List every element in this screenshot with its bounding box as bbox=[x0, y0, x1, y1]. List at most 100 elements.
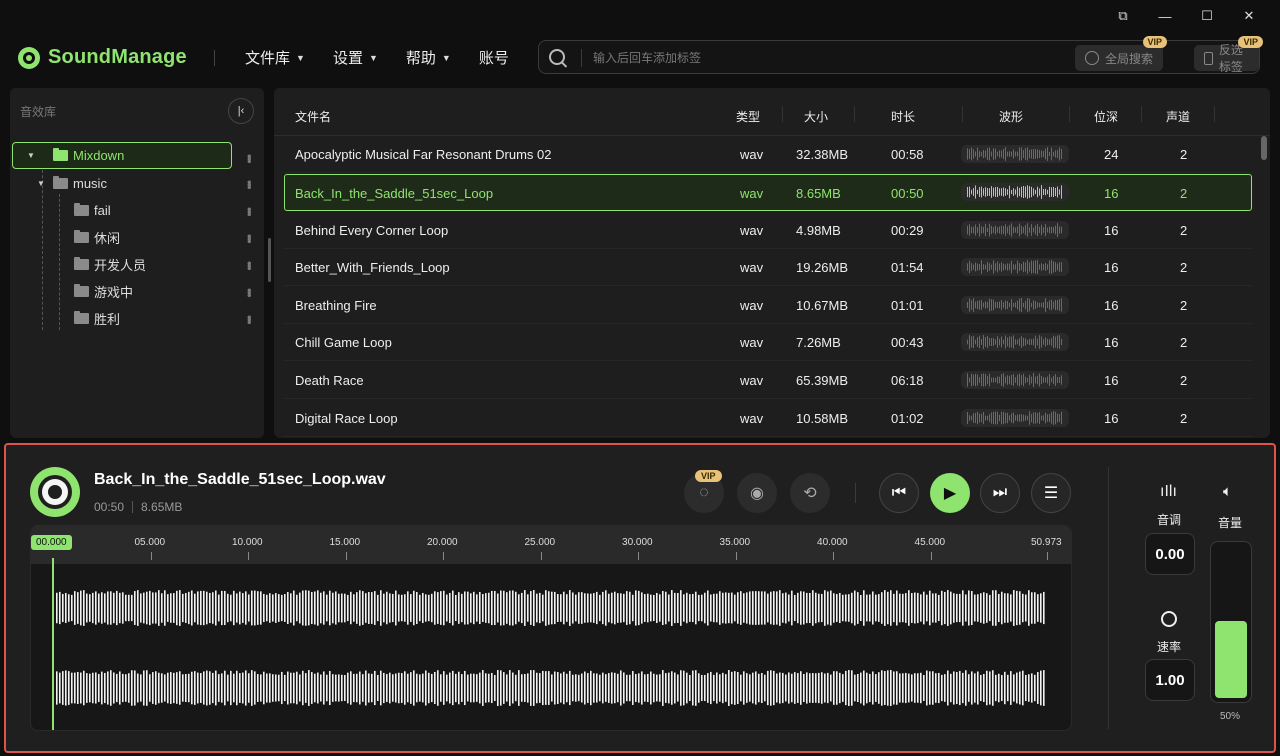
mini-waveform bbox=[961, 221, 1069, 239]
more-options-icon[interactable]: ••• bbox=[242, 315, 257, 323]
mini-waveform bbox=[961, 409, 1069, 427]
minimize-icon[interactable]: — bbox=[1144, 6, 1186, 26]
table-row[interactable]: Back_In_the_Saddle_51sec_Loop wav 8.65MB 00… bbox=[284, 174, 1252, 211]
more-options-icon[interactable]: ••• bbox=[242, 261, 257, 269]
col-channels[interactable]: 声道 bbox=[1166, 108, 1190, 125]
table-row[interactable]: Chill Game Loop wav 7.26MB 00:43 16 2 bbox=[284, 324, 1252, 361]
col-duration[interactable]: 时长 bbox=[891, 108, 915, 125]
waveform-viewer[interactable]: 00.000 05.000 10.000 15.000 20.000 25.000 30.… bbox=[30, 525, 1072, 731]
invert-tags-button[interactable]: 反选标签 VIP bbox=[1194, 36, 1263, 74]
next-button[interactable]: ⏭ bbox=[980, 473, 1020, 513]
folder-icon bbox=[74, 283, 89, 297]
table-row[interactable]: Death Race wav 65.39MB 06:18 16 2 bbox=[284, 362, 1252, 399]
ruler-tick-label: 25.000 bbox=[524, 537, 556, 548]
tree-item-fail[interactable]: fail bbox=[10, 197, 264, 223]
play-button[interactable]: ▶ bbox=[930, 473, 970, 513]
col-size[interactable]: 大小 bbox=[804, 108, 828, 125]
maximize-icon[interactable]: ☐ bbox=[1186, 6, 1228, 26]
col-type[interactable]: 类型 bbox=[736, 108, 760, 125]
tree-item-label: Mixdown bbox=[73, 148, 125, 163]
app-name: SoundManage bbox=[48, 46, 187, 68]
mini-waveform bbox=[961, 296, 1069, 314]
volume-percent: 50% bbox=[1220, 711, 1241, 722]
cell-duration: 00:50 bbox=[891, 186, 924, 201]
ruler-tick bbox=[443, 552, 444, 560]
tree-item-victory[interactable]: 胜利 bbox=[10, 305, 264, 331]
pitch-label: 音调 bbox=[1157, 513, 1182, 527]
col-divider bbox=[782, 106, 783, 122]
sidebar-title: 音效库 bbox=[20, 105, 57, 119]
ruler-tick bbox=[540, 552, 542, 560]
table-row[interactable]: Apocalyptic Musical Far Resonant Drums 0… bbox=[284, 136, 1252, 173]
tag-search-input[interactable] bbox=[593, 47, 1053, 69]
cell-type: wav bbox=[740, 411, 764, 426]
close-icon[interactable]: ✕ bbox=[1228, 6, 1270, 26]
table-row[interactable]: Better_With_Friends_Loop wav 19.26MB 01:54 1… bbox=[284, 249, 1252, 286]
more-options-icon[interactable]: ••• bbox=[242, 234, 257, 242]
col-filename[interactable]: 文件名 bbox=[295, 108, 331, 125]
expand-triangle-icon[interactable]: ▼ bbox=[37, 179, 49, 188]
meta-divider bbox=[132, 501, 134, 513]
global-search-button[interactable]: 全局搜索 VIP bbox=[1075, 36, 1168, 71]
cell-channels: 2 bbox=[1180, 147, 1188, 162]
cell-type: wav bbox=[740, 335, 764, 350]
restore-icon[interactable]: ⧉ bbox=[1102, 6, 1144, 26]
col-bitdepth[interactable]: 位深 bbox=[1094, 108, 1118, 125]
table-row[interactable]: Breathing Fire wav 10.67MB 01:01 16 2 bbox=[284, 287, 1252, 324]
vip-badge: VIP bbox=[1238, 36, 1263, 48]
tree-item-label: music bbox=[73, 175, 107, 191]
mini-waveform bbox=[961, 183, 1069, 201]
tree-item-mixdown[interactable]: ▼ Mixdown bbox=[12, 142, 232, 169]
cell-channels: 2 bbox=[1180, 335, 1188, 350]
previous-button[interactable]: ⏮ bbox=[879, 473, 919, 513]
table-row[interactable]: Digital Race Loop wav 10.58MB 01:02 16 2 bbox=[284, 400, 1252, 437]
rate-value[interactable]: 1.00 bbox=[1145, 659, 1195, 701]
header: SoundManage 文件库 ▼ 设置 ▼ 帮助 ▼ 账号 全局搜索 VIP 反选标… bbox=[0, 36, 1280, 78]
tree-item-ingame[interactable]: 游戏中 bbox=[10, 278, 264, 304]
nav-help[interactable]: 帮助 ▼ bbox=[406, 47, 451, 68]
tree-item-music[interactable]: ▼ music bbox=[10, 170, 264, 196]
repeat-button[interactable]: ⟲ bbox=[790, 473, 830, 513]
tree-item-label: 胜利 bbox=[94, 311, 121, 327]
ruler-tick bbox=[345, 552, 347, 560]
more-options-icon[interactable]: ••• bbox=[242, 207, 257, 215]
nav-library-label: 文件库 bbox=[245, 50, 291, 67]
tree-item-label: 休闲 bbox=[94, 230, 121, 246]
tree-item-casual[interactable]: 休闲 bbox=[10, 224, 264, 250]
cell-size: 4.98MB bbox=[796, 223, 841, 238]
col-divider bbox=[962, 106, 963, 122]
search-icon[interactable] bbox=[549, 49, 565, 65]
tree-item-developers[interactable]: 开发人员 bbox=[10, 251, 264, 277]
cell-size: 19.26MB bbox=[796, 260, 849, 275]
col-waveform[interactable]: 波形 bbox=[999, 108, 1023, 125]
nav-settings[interactable]: 设置 ▼ bbox=[333, 47, 378, 68]
global-search-label: 全局搜索 bbox=[1105, 51, 1154, 66]
cell-bitdepth: 16 bbox=[1104, 335, 1119, 350]
table-scrollbar[interactable] bbox=[1261, 136, 1267, 160]
more-options-icon[interactable]: ••• bbox=[242, 288, 257, 296]
nav-account[interactable]: 账号 bbox=[479, 47, 509, 68]
preview-button[interactable]: ◉ bbox=[737, 473, 777, 513]
more-options-icon[interactable]: ••• bbox=[242, 180, 257, 188]
time-ruler[interactable]: 00.000 05.000 10.000 15.000 20.000 25.000 30.… bbox=[31, 526, 1071, 564]
cell-filename: Back_In_the_Saddle_51sec_Loop bbox=[295, 186, 494, 201]
table-row[interactable]: Behind Every Corner Loop wav 4.98MB 00:29 16… bbox=[284, 212, 1252, 249]
nav-help-label: 帮助 bbox=[405, 50, 436, 67]
playlist-button[interactable]: ☰ bbox=[1031, 473, 1071, 513]
more-options-icon[interactable]: ••• bbox=[242, 154, 257, 162]
cell-filename: Chill Game Loop bbox=[295, 335, 392, 350]
volume-slider[interactable] bbox=[1210, 541, 1252, 703]
playhead-cursor[interactable] bbox=[52, 558, 54, 730]
pitch-value[interactable]: 0.00 bbox=[1145, 533, 1195, 575]
collapse-sidebar-icon[interactable]: |‹ bbox=[228, 98, 254, 124]
cell-type: wav bbox=[740, 260, 764, 275]
cell-channels: 2 bbox=[1180, 186, 1188, 201]
expand-triangle-icon[interactable]: ▼ bbox=[27, 151, 39, 160]
mini-waveform bbox=[961, 333, 1069, 351]
ruler-tick bbox=[930, 552, 932, 560]
nav-library[interactable]: 文件库 ▼ bbox=[245, 47, 305, 68]
sidebar-resize-handle[interactable] bbox=[268, 238, 271, 282]
caret-down-icon: ▼ bbox=[441, 52, 451, 63]
tree-item-label: 游戏中 bbox=[94, 284, 134, 300]
cell-filename: Behind Every Corner Loop bbox=[295, 223, 449, 238]
